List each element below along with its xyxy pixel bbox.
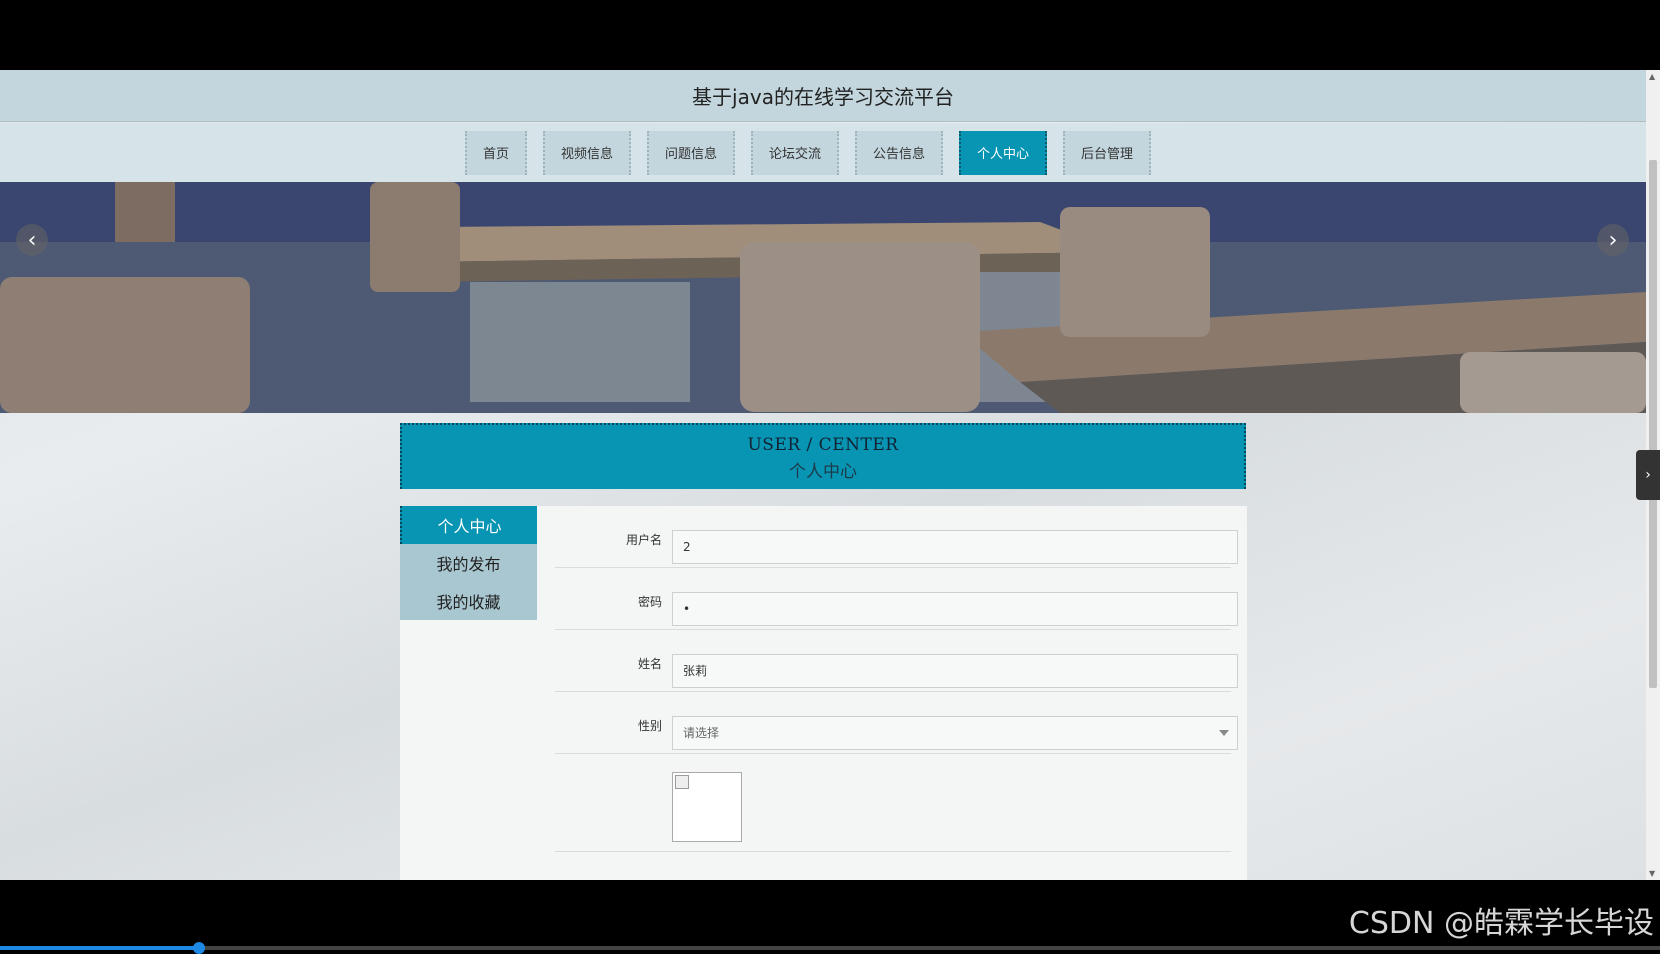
sidebar-item-user-center[interactable]: 个人中心	[400, 506, 537, 544]
scroll-up-arrow-icon[interactable]: ▲	[1649, 72, 1655, 81]
carousel-prev-button[interactable]: ‹	[16, 224, 48, 256]
section-title-en: USER / CENTER	[747, 435, 899, 455]
chevron-right-icon: ›	[1608, 227, 1618, 253]
gender-select-value: 请选择	[683, 726, 720, 740]
form-row-password: 密码 •	[555, 568, 1238, 630]
gender-select[interactable]: 请选择	[672, 716, 1238, 750]
broken-image-icon	[675, 775, 689, 789]
site-title: 基于java的在线学习交流平台	[692, 85, 954, 109]
sidebar-item-my-favorites[interactable]: 我的收藏	[400, 582, 537, 620]
chevron-down-icon	[1219, 730, 1229, 736]
site-header: 基于java的在线学习交流平台	[0, 70, 1646, 122]
banner-carousel: ‹ ›	[0, 182, 1646, 413]
video-progress-knob[interactable]	[193, 942, 206, 954]
scroll-thumb[interactable]	[1649, 160, 1657, 688]
gender-label: 性别	[637, 719, 662, 733]
section-header: USER / CENTER 个人中心	[400, 423, 1246, 489]
video-progress-fill	[0, 946, 200, 950]
video-top-bar	[0, 0, 1660, 70]
form-row-gender: 性别 请选择	[555, 692, 1238, 754]
name-label: 姓名	[637, 657, 662, 671]
nav-item-forum[interactable]: 论坛交流	[750, 130, 839, 175]
user-sidebar: 个人中心 我的发布 我的收藏	[400, 506, 537, 880]
profile-form: 用户名 2 密码 • 姓名 张莉 性别 请选择	[537, 506, 1247, 880]
password-label: 密码	[637, 595, 662, 609]
main-nav: 首页 视频信息 问题信息 论坛交流 公告信息 个人中心 后台管理	[0, 123, 1646, 182]
chevron-left-icon: ‹	[27, 227, 37, 253]
nav-item-announcements[interactable]: 公告信息	[855, 130, 944, 175]
browser-viewport: 基于java的在线学习交流平台 首页 视频信息 问题信息 论坛交流 公告信息 个…	[0, 70, 1660, 880]
watermark-text: CSDN @皓霖学长毕设	[1348, 906, 1654, 941]
password-input[interactable]: •	[672, 592, 1238, 626]
side-panel-toggle[interactable]: ›	[1636, 450, 1660, 500]
username-label: 用户名	[625, 533, 662, 547]
form-row-username: 用户名 2	[555, 506, 1238, 568]
section-title-zh: 个人中心	[789, 462, 857, 482]
avatar-image[interactable]	[672, 772, 742, 842]
scroll-down-arrow-icon[interactable]: ▼	[1649, 869, 1655, 878]
sidebar-item-my-posts[interactable]: 我的发布	[400, 544, 537, 582]
classroom-banner-image	[0, 182, 1646, 413]
nav-item-admin[interactable]: 后台管理	[1063, 130, 1152, 175]
form-row-avatar	[555, 754, 1231, 852]
nav-item-home[interactable]: 首页	[464, 130, 527, 175]
form-row-name: 姓名 张莉	[555, 630, 1238, 692]
name-input[interactable]: 张莉	[672, 654, 1238, 688]
carousel-next-button[interactable]: ›	[1597, 224, 1629, 256]
video-progress-bar[interactable]	[0, 942, 1660, 954]
nav-item-user-center[interactable]: 个人中心	[959, 130, 1048, 175]
nav-item-questions[interactable]: 问题信息	[646, 130, 735, 175]
chevron-right-icon: ›	[1645, 467, 1651, 483]
username-input[interactable]: 2	[672, 530, 1238, 564]
nav-item-videos[interactable]: 视频信息	[542, 130, 631, 175]
video-bottom-bar: CSDN @皓霖学长毕设	[0, 880, 1660, 954]
